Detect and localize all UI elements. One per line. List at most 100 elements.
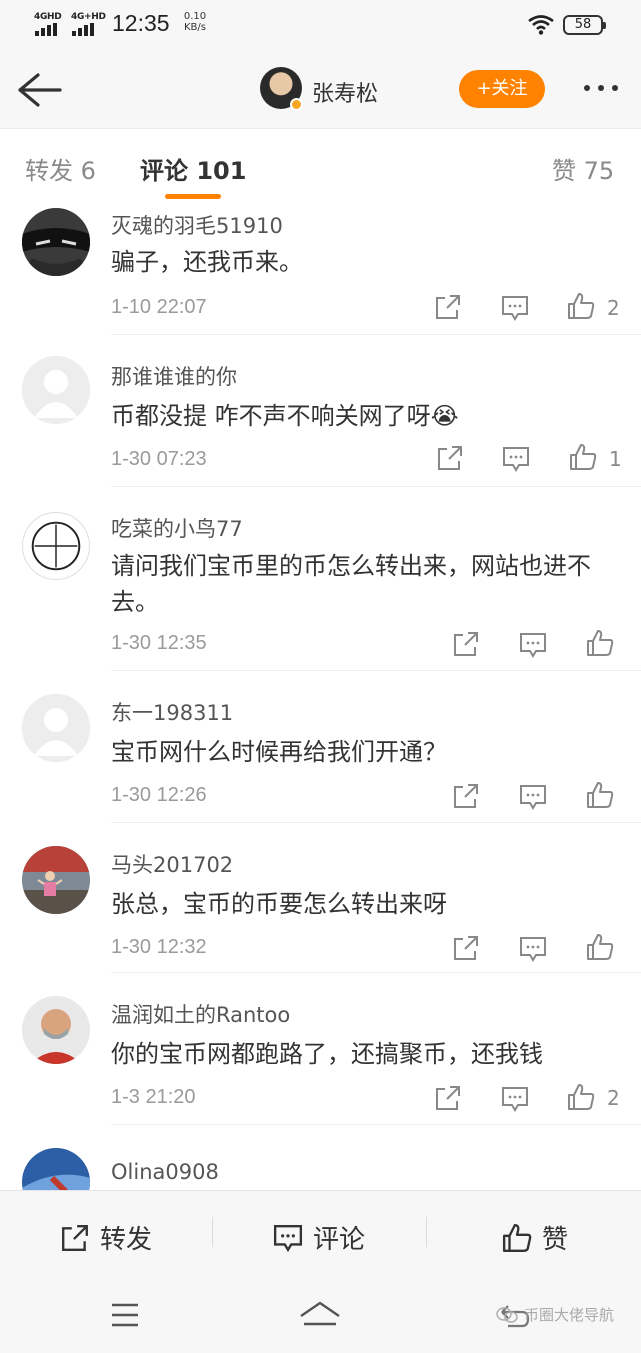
home-icon[interactable] — [298, 1300, 342, 1328]
comment-time: 1-30 12:32 — [111, 936, 207, 958]
commenter-avatar[interactable] — [22, 208, 90, 276]
share-icon[interactable] — [434, 293, 462, 321]
comment-button[interactable]: 评论 — [273, 1219, 365, 1256]
reply-icon[interactable] — [519, 935, 547, 963]
commenter-name[interactable]: 灭魂的羽毛51910 — [111, 210, 283, 240]
like-thumb-icon[interactable] — [586, 629, 614, 657]
comment-item: 那谁谁谁的你 币都没提 咋不声不响关网了呀😭 1-30 07:23 1 — [0, 336, 641, 488]
share-icon[interactable] — [436, 444, 464, 472]
like-thumb-icon[interactable] — [567, 292, 595, 320]
active-tab-indicator — [165, 194, 221, 199]
signal-2-icon: 4G+HD — [71, 12, 106, 36]
like-thumb-icon[interactable] — [586, 933, 614, 961]
comment-text: 请问我们宝币里的币怎么转出来，网站也进不去。 — [111, 552, 591, 616]
tab-like[interactable]: 赞 75 — [552, 151, 614, 186]
repost-label: 转发 — [100, 1225, 153, 1255]
comment-item: 马头201702 张总，宝币的币要怎么转出来呀 1-30 12:32 — [0, 824, 641, 974]
tab-repost[interactable]: 转发 6 — [25, 151, 96, 186]
wechat-icon — [496, 1306, 518, 1323]
comment-item: 东一198311 宝币网什么时候再给我们开通？ 1-30 12:26 — [0, 672, 641, 824]
signal-2-label: 4G+HD — [71, 12, 106, 22]
commenter-name[interactable]: 马头201702 — [111, 849, 233, 879]
verified-badge-icon — [290, 98, 303, 111]
tab-comment[interactable]: 评论 101 — [140, 151, 246, 186]
like-count: 2 — [607, 296, 620, 320]
commenter-avatar-seal[interactable] — [22, 512, 90, 580]
like-label: 赞 — [542, 1225, 569, 1255]
like-thumb-icon[interactable] — [569, 443, 597, 471]
divider — [111, 1124, 641, 1125]
net-speed-value: 0.10 — [183, 11, 207, 22]
bottom-action-bar: 转发 评论 赞 — [0, 1190, 641, 1278]
watermark-text: 币圈大佬导航 — [524, 1306, 615, 1324]
system-nav-bar: 币圈大佬导航 — [0, 1278, 641, 1353]
reply-icon[interactable] — [501, 294, 529, 322]
comment-text: 宝币网什么时候再给我们开通？ — [111, 738, 447, 766]
commenter-name[interactable]: 那谁谁谁的你 — [111, 361, 237, 391]
comment-item: Olina0908 — [0, 1126, 641, 1190]
divider — [111, 334, 641, 335]
like-count: 1 — [609, 447, 622, 471]
watermark: 币圈大佬导航 — [496, 1304, 614, 1325]
commenter-name[interactable]: Olina0908 — [111, 1160, 219, 1184]
comment-time: 1-30 12:26 — [111, 784, 207, 806]
divider — [426, 1217, 427, 1247]
divider — [111, 486, 641, 487]
signal-1-label: 4GHD — [34, 12, 62, 22]
like-thumb-icon[interactable] — [586, 781, 614, 809]
comment-time: 1-30 12:35 — [111, 632, 207, 654]
share-icon[interactable] — [452, 630, 480, 658]
like-button[interactable]: 赞 — [502, 1219, 568, 1256]
commenter-avatar-photo[interactable] — [22, 846, 90, 914]
comment-item: 吃菜的小鸟77 请问我们宝币里的币怎么转出来，网站也进不去。 1-30 12:3… — [0, 488, 641, 672]
reply-icon[interactable] — [519, 631, 547, 659]
comment-text: 张总，宝币的币要怎么转出来呀 — [111, 890, 447, 918]
more-options-icon[interactable] — [578, 78, 624, 98]
comment-item: 温润如土的Rantoo 你的宝币网都跑路了，还搞聚币，还我钱 1-3 21:20… — [0, 974, 641, 1126]
author-name[interactable]: 张寿松 — [312, 76, 378, 108]
status-time: 12:35 — [112, 10, 170, 36]
comment-text: 你的宝币网都跑路了，还搞聚币，还我钱 — [111, 1040, 543, 1068]
commenter-avatar-default[interactable] — [22, 694, 90, 762]
comment-text: 骗子，还我币来。 — [111, 248, 303, 276]
divider — [111, 670, 641, 671]
reply-icon[interactable] — [501, 1085, 529, 1113]
divider — [111, 822, 641, 823]
comment-item: 灭魂的羽毛51910 骗子，还我币来。 1-10 22:07 2 — [0, 208, 641, 336]
like-thumb-icon — [502, 1223, 532, 1252]
status-bar: 4GHD 4G+HD 12:35 0.10 KB/s 58 — [0, 0, 641, 52]
app-header: 张寿松 +关注 — [0, 52, 641, 128]
like-thumb-icon[interactable] — [567, 1083, 595, 1111]
repost-button[interactable]: 转发 — [60, 1219, 152, 1256]
comment-time: 1-3 21:20 — [111, 1086, 196, 1108]
commenter-name[interactable]: 吃菜的小鸟77 — [111, 513, 243, 543]
menu-icon[interactable] — [110, 1302, 140, 1328]
commenter-avatar-default[interactable] — [22, 356, 90, 424]
comment-time: 1-30 07:23 — [111, 448, 207, 470]
share-icon — [62, 1224, 88, 1251]
share-icon[interactable] — [452, 934, 480, 962]
follow-button[interactable]: +关注 — [459, 70, 545, 108]
commenter-name[interactable]: 温润如土的Rantoo — [111, 999, 290, 1029]
share-icon[interactable] — [452, 782, 480, 810]
comment-label: 评论 — [313, 1225, 366, 1255]
reply-icon[interactable] — [519, 783, 547, 811]
divider — [111, 972, 641, 973]
commenter-avatar-photo[interactable] — [22, 1148, 90, 1190]
comment-text: 币都没提 咋不声不响关网了呀😭 — [111, 402, 459, 430]
net-speed: 0.10 KB/s — [180, 11, 210, 33]
tab-bar: 转发 6 评论 101 赞 75 — [0, 128, 641, 209]
comment-icon — [273, 1224, 303, 1252]
share-icon[interactable] — [434, 1084, 462, 1112]
like-count: 2 — [607, 1086, 620, 1110]
reply-icon[interactable] — [502, 445, 530, 473]
net-speed-unit: KB/s — [184, 22, 206, 33]
signal-1-icon: 4GHD — [34, 12, 68, 36]
divider — [212, 1217, 213, 1247]
comment-list[interactable]: 灭魂的羽毛51910 骗子，还我币来。 1-10 22:07 2 那谁谁谁的你 … — [0, 208, 641, 1190]
back-arrow-icon[interactable] — [14, 68, 64, 112]
battery-indicator: 58 — [563, 15, 606, 35]
commenter-avatar-photo[interactable] — [22, 996, 90, 1064]
comment-time: 1-10 22:07 — [111, 296, 207, 318]
commenter-name[interactable]: 东一198311 — [111, 697, 233, 727]
